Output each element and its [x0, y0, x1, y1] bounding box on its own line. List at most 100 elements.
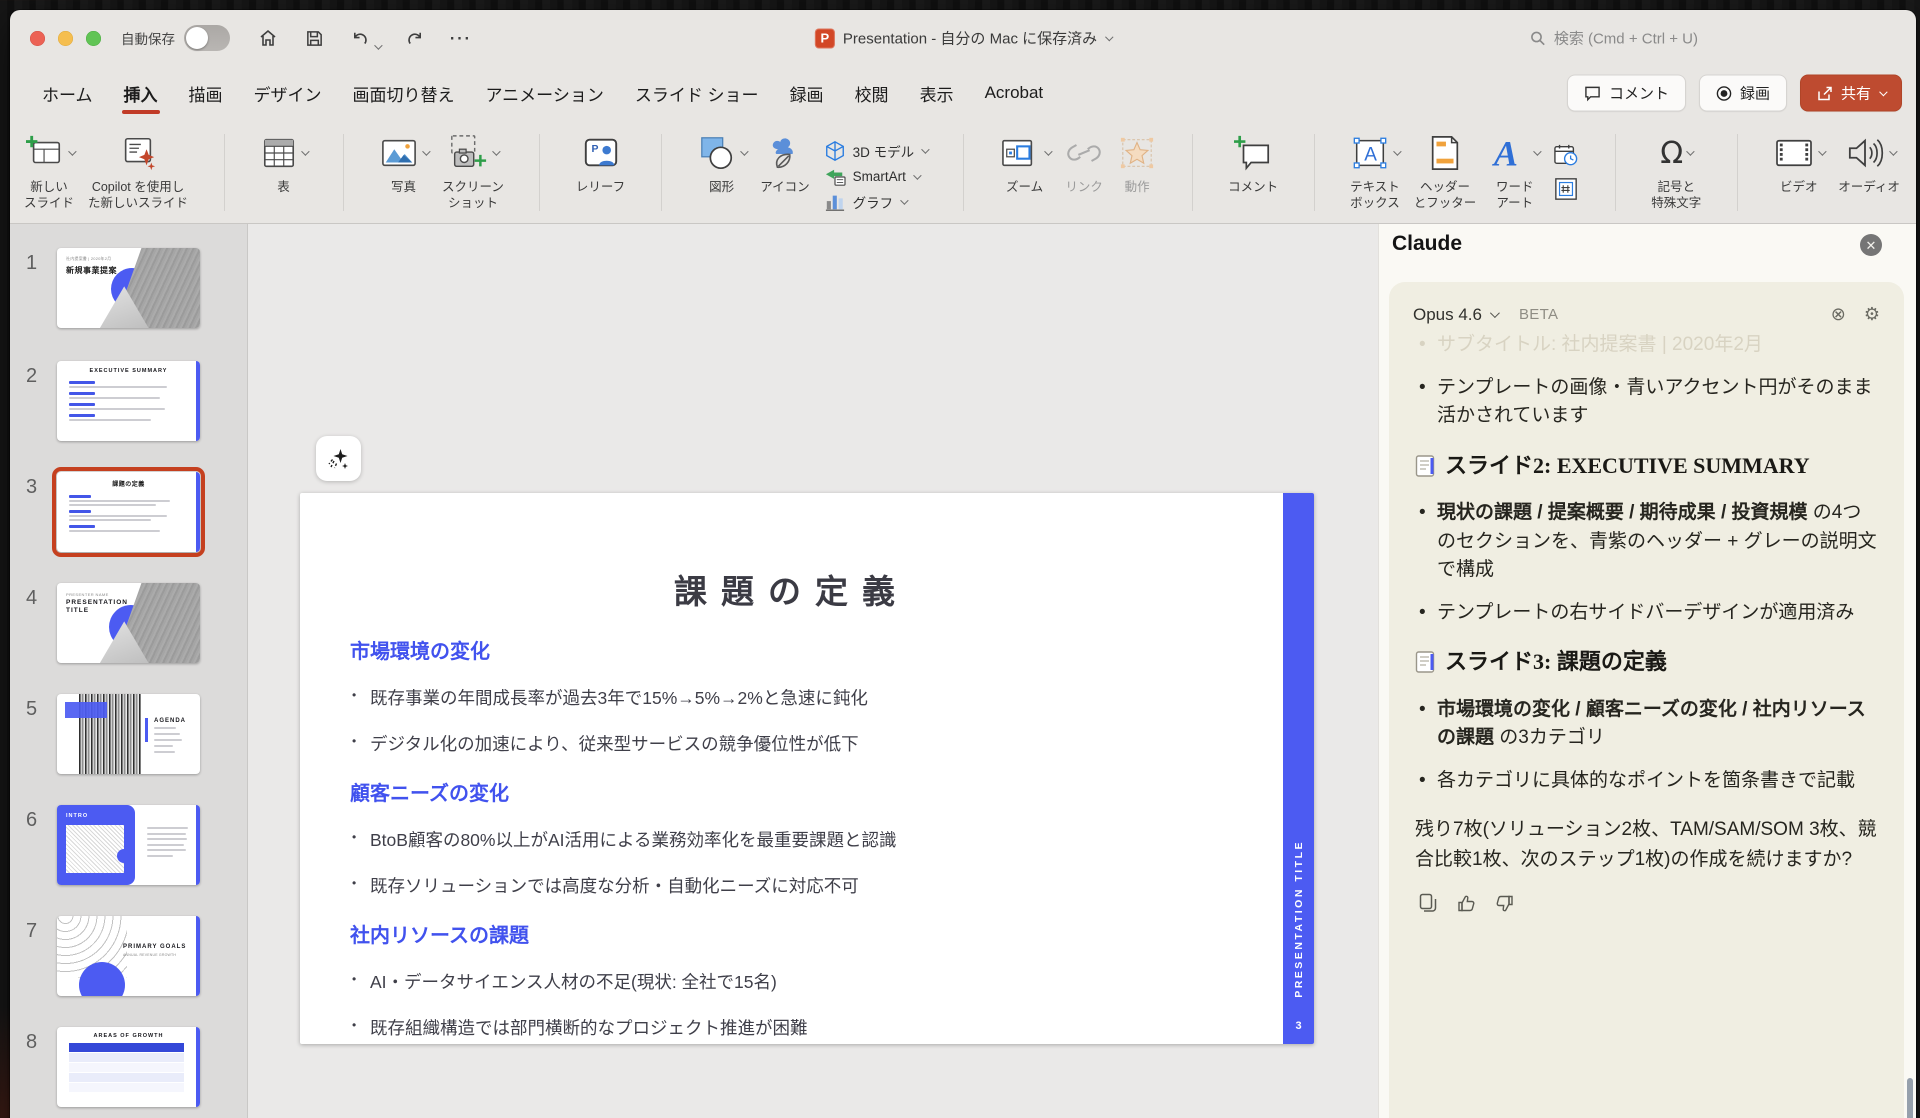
beta-badge: BETA: [1519, 306, 1558, 323]
copilot-slide-icon: [118, 134, 158, 172]
copy-icon[interactable]: [1417, 892, 1439, 914]
shapes-button[interactable]: 図形: [697, 126, 746, 223]
slide-thumbnail-4[interactable]: PRESENTER NAME PRESENTATION TITLE: [57, 583, 200, 663]
share-button[interactable]: 共有: [1800, 75, 1902, 112]
autosave-toggle[interactable]: [184, 25, 230, 51]
claude-scrollbar[interactable]: [1907, 1078, 1913, 1118]
3d-model-icon: [824, 140, 846, 162]
thumbs-up-icon[interactable]: [1455, 892, 1477, 914]
slide-canvas: 課題の定義 市場環境の変化 既存事業の年間成長率が過去3年で15%→5%→2%と…: [248, 224, 1378, 1118]
new-slide-button[interactable]: 新しい スライド: [24, 126, 74, 223]
undo-button[interactable]: [348, 26, 380, 50]
thumbs-down-icon[interactable]: [1493, 892, 1515, 914]
slide-number-label: 3: [26, 476, 52, 499]
slide-thumbnail-3-selected[interactable]: 課題の定義: [57, 472, 200, 552]
table-button[interactable]: 表: [260, 126, 307, 223]
icons-button[interactable]: アイコン: [760, 126, 809, 223]
ribbon-tab-row: ホーム 挿入 描画 デザイン 画面切り替え アニメーション スライド ショー 録…: [10, 66, 1916, 120]
3d-model-button[interactable]: 3D モデル: [824, 140, 928, 162]
section-heading: 顧客ニーズの変化: [350, 777, 1254, 806]
video-button[interactable]: ビデオ: [1773, 126, 1824, 223]
chevron-down-icon: [900, 196, 908, 204]
chat-heading: スライド3: 課題の定義: [1415, 647, 1878, 682]
reset-conversation-icon[interactable]: ⊗: [1831, 304, 1846, 325]
chevron-down-icon: [422, 147, 430, 155]
audio-button[interactable]: オーディオ: [1838, 126, 1900, 223]
autosave-label: 自動保存: [121, 28, 175, 48]
slide-doc-icon: [1415, 454, 1437, 486]
tab-acrobat[interactable]: Acrobat: [983, 69, 1046, 117]
new-comment-button[interactable]: コメント: [1228, 126, 1278, 223]
link-icon: [1064, 137, 1104, 169]
slide-thumbnail-2[interactable]: EXECUTIVE SUMMARY: [57, 361, 200, 441]
slide-bullet: BtoB顧客の80%以上がAI活用による業務効率化を最重要課題と認識: [350, 827, 1254, 852]
tab-slideshow[interactable]: スライド ショー: [633, 67, 761, 120]
smartart-button[interactable]: SmartArt: [824, 167, 928, 187]
slide-side-accent-bar: PRESENTATION TITLE 3: [1283, 493, 1314, 1044]
chevron-down-icon: [68, 147, 76, 155]
tab-view[interactable]: 表示: [918, 67, 956, 120]
slide-number-label: 6: [26, 809, 52, 832]
save-icon[interactable]: [302, 26, 326, 50]
photo-button[interactable]: 写真: [379, 126, 428, 223]
zoom-button[interactable]: ズーム: [999, 126, 1050, 223]
textbox-button[interactable]: A テキスト ボックス: [1350, 126, 1400, 223]
minimize-window-button[interactable]: [58, 31, 73, 46]
close-window-button[interactable]: [30, 31, 45, 46]
close-icon[interactable]: ✕: [1860, 234, 1882, 256]
slide-editor[interactable]: 課題の定義 市場環境の変化 既存事業の年間成長率が過去3年で15%→5%→2%と…: [300, 493, 1314, 1044]
more-options-icon[interactable]: ⋯: [448, 26, 472, 50]
omega-icon: Ω: [1660, 136, 1683, 171]
search-placeholder: 検索 (Cmd + Ctrl + U): [1554, 28, 1698, 49]
document-title-text: Presentation - 自分の Mac に保存済み: [843, 28, 1097, 49]
powerpoint-app-icon: P: [815, 28, 835, 48]
screenshot-button[interactable]: スクリーン ショット: [442, 126, 504, 223]
slide-bullet: AI・データサイエンス人材の不足(現状: 全社で15名): [350, 969, 1254, 994]
document-title[interactable]: P Presentation - 自分の Mac に保存済み: [815, 28, 1111, 49]
slide-thumbnail-5[interactable]: AGENDA: [57, 694, 200, 774]
home-icon[interactable]: [256, 26, 280, 50]
screenshot-icon: [447, 133, 489, 173]
redo-icon[interactable]: [402, 26, 426, 50]
search-field[interactable]: 検索 (Cmd + Ctrl + U): [1530, 28, 1698, 49]
slide-thumbnail-7[interactable]: PRIMARY GOALS ANNUAL REVENUE GROWTH: [57, 916, 200, 996]
date-time-icon: [1553, 143, 1579, 167]
slide-thumbnail-8[interactable]: AREAS OF GROWTH: [57, 1027, 200, 1107]
header-footer-button[interactable]: ヘッダー とフッター: [1414, 126, 1477, 223]
tab-record[interactable]: 録画: [788, 67, 826, 120]
slide-number-button[interactable]: [1553, 177, 1579, 206]
comments-button[interactable]: コメント: [1567, 75, 1686, 112]
tab-transitions[interactable]: 画面切り替え: [351, 67, 457, 120]
slide-number-label: 4: [26, 587, 52, 610]
slide-number-label: 7: [26, 920, 52, 943]
symbol-button[interactable]: Ω 記号と 特殊文字: [1651, 126, 1701, 223]
chart-button[interactable]: グラフ: [824, 192, 928, 212]
cameo-button[interactable]: P レリーフ: [576, 126, 625, 223]
tab-animations[interactable]: アニメーション: [484, 67, 606, 120]
copilot-new-slide-button[interactable]: Copilot を使用し た新しいスライド: [88, 126, 188, 223]
copilot-sparkle-button[interactable]: [316, 436, 361, 481]
chevron-down-icon: [301, 147, 309, 155]
zoom-window-button[interactable]: [86, 31, 101, 46]
tab-home[interactable]: ホーム: [40, 67, 95, 120]
slide-thumbnail-6[interactable]: INTRO: [57, 805, 200, 885]
audio-icon: [1844, 135, 1886, 171]
chat-bullet: 市場環境の変化 / 顧客ニーズの変化 / 社内リソースの課題 の3カテゴリ: [1415, 696, 1878, 753]
section-heading: 市場環境の変化: [350, 635, 1254, 664]
chevron-down-icon: [1533, 147, 1541, 155]
tab-insert[interactable]: 挿入: [122, 67, 160, 120]
gear-icon[interactable]: ⚙: [1864, 304, 1880, 325]
slide-body-text[interactable]: 市場環境の変化 既存事業の年間成長率が過去3年で15%→5%→2%と急速に鈍化 …: [350, 635, 1254, 1061]
record-button[interactable]: 録画: [1699, 75, 1787, 112]
tab-review[interactable]: 校閲: [853, 67, 891, 120]
chat-paragraph: 残り7枚(ソリューション2枚、TAM/SAM/SOM 3枚、競合比較1枚、次のス…: [1415, 815, 1878, 874]
slide-side-label: PRESENTATION TITLE: [1293, 840, 1305, 998]
tab-draw[interactable]: 描画: [187, 67, 225, 120]
chat-bullet: 各カテゴリに具体的なポイントを箇条書きで記載: [1415, 767, 1878, 796]
tab-design[interactable]: デザイン: [252, 67, 324, 120]
date-time-button[interactable]: [1553, 143, 1579, 172]
slide-title[interactable]: 課題の定義: [300, 565, 1283, 613]
model-selector[interactable]: Opus 4.6: [1413, 305, 1482, 325]
wordart-button[interactable]: A ワード アート: [1490, 126, 1539, 223]
slide-thumbnail-1[interactable]: 社内提案書 | 2020年2月 新規事業提案: [57, 248, 200, 328]
